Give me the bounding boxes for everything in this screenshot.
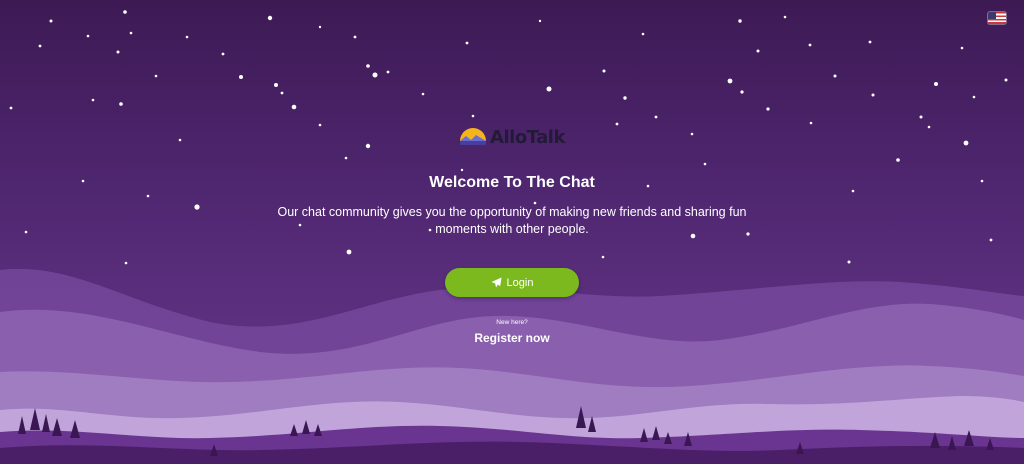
brand-logo[interactable]: AlloTalk [459,126,565,148]
welcome-panel: AlloTalk Welcome To The Chat Our chat co… [0,0,1024,464]
sunrise-mountain-icon [460,128,487,145]
welcome-subtitle: Our chat community gives you the opportu… [277,205,747,236]
login-label: Login [506,276,534,289]
new-here-text: New here? [496,319,528,326]
register-link[interactable]: Register now [474,331,549,345]
login-button[interactable]: Login [445,268,579,297]
brand-name: AlloTalk [490,126,565,148]
welcome-title: Welcome To The Chat [429,174,595,191]
paper-plane-icon [490,277,502,288]
